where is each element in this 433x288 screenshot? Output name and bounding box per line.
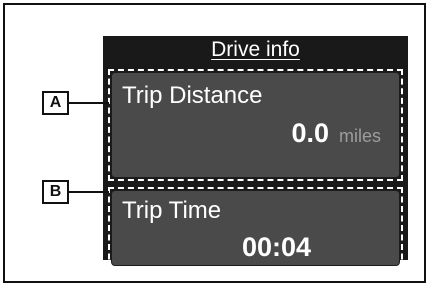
trip-distance-panel[interactable]: Trip Distance 0.0 miles: [111, 72, 400, 178]
callout-leader-line-b: [69, 191, 109, 193]
callout-label-a: A: [42, 91, 69, 115]
trip-time-label: Trip Time: [122, 197, 222, 224]
trip-time-panel[interactable]: Trip Time 00:04: [111, 190, 400, 266]
trip-time-value: 00:04: [241, 232, 311, 262]
trip-distance-label: Trip Distance: [122, 82, 263, 109]
display-screen: Drive info Trip Distance 0.0 miles Trip …: [103, 36, 408, 269]
screen-title: Drive info: [211, 38, 300, 61]
trip-time-readout: 00:04: [242, 231, 311, 263]
trip-distance-readout: 0.0 miles: [291, 117, 381, 149]
trip-distance-value: 0.0: [291, 118, 329, 148]
callout-label-b: B: [42, 180, 69, 204]
trip-distance-unit: miles: [338, 126, 381, 146]
callout-leader-line-a: [69, 102, 109, 104]
